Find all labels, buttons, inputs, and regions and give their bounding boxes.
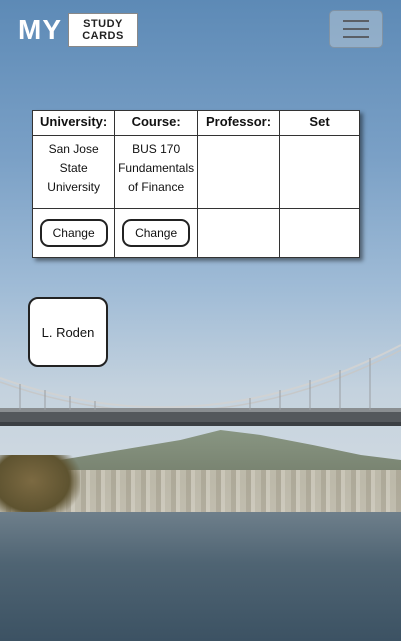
selection-table: University: Course: Professor: Set San J… (31, 110, 360, 258)
logo-line-2: CARDS (82, 30, 124, 42)
my-study-cards-logo[interactable]: MY STUDY CARDS (18, 13, 138, 47)
course-change-cell: Change (114, 208, 198, 258)
university-header: University: (31, 110, 116, 136)
professor-value (196, 135, 281, 209)
course-header: Course: (114, 110, 198, 136)
logo-my-text: MY (18, 14, 62, 45)
change-university-button[interactable]: Change (39, 219, 108, 247)
university-value: San Jose State University (31, 135, 116, 209)
navbar: MY STUDY CARDS (0, 0, 401, 60)
professor-option-card[interactable]: L. Roden (28, 297, 108, 367)
logo-box: STUDY CARDS (68, 13, 138, 47)
set-header: Set (279, 110, 360, 136)
professor-change-cell (196, 208, 281, 258)
change-course-button[interactable]: Change (122, 219, 191, 247)
logo-line-1: STUDY (83, 18, 123, 30)
course-value: BUS 170 Fundamentals of Finance (114, 135, 198, 209)
professor-header: Professor: (196, 110, 281, 136)
university-change-cell: Change (31, 208, 116, 258)
set-value (279, 135, 360, 209)
hamburger-menu-icon[interactable] (329, 10, 383, 48)
set-change-cell (279, 208, 360, 258)
